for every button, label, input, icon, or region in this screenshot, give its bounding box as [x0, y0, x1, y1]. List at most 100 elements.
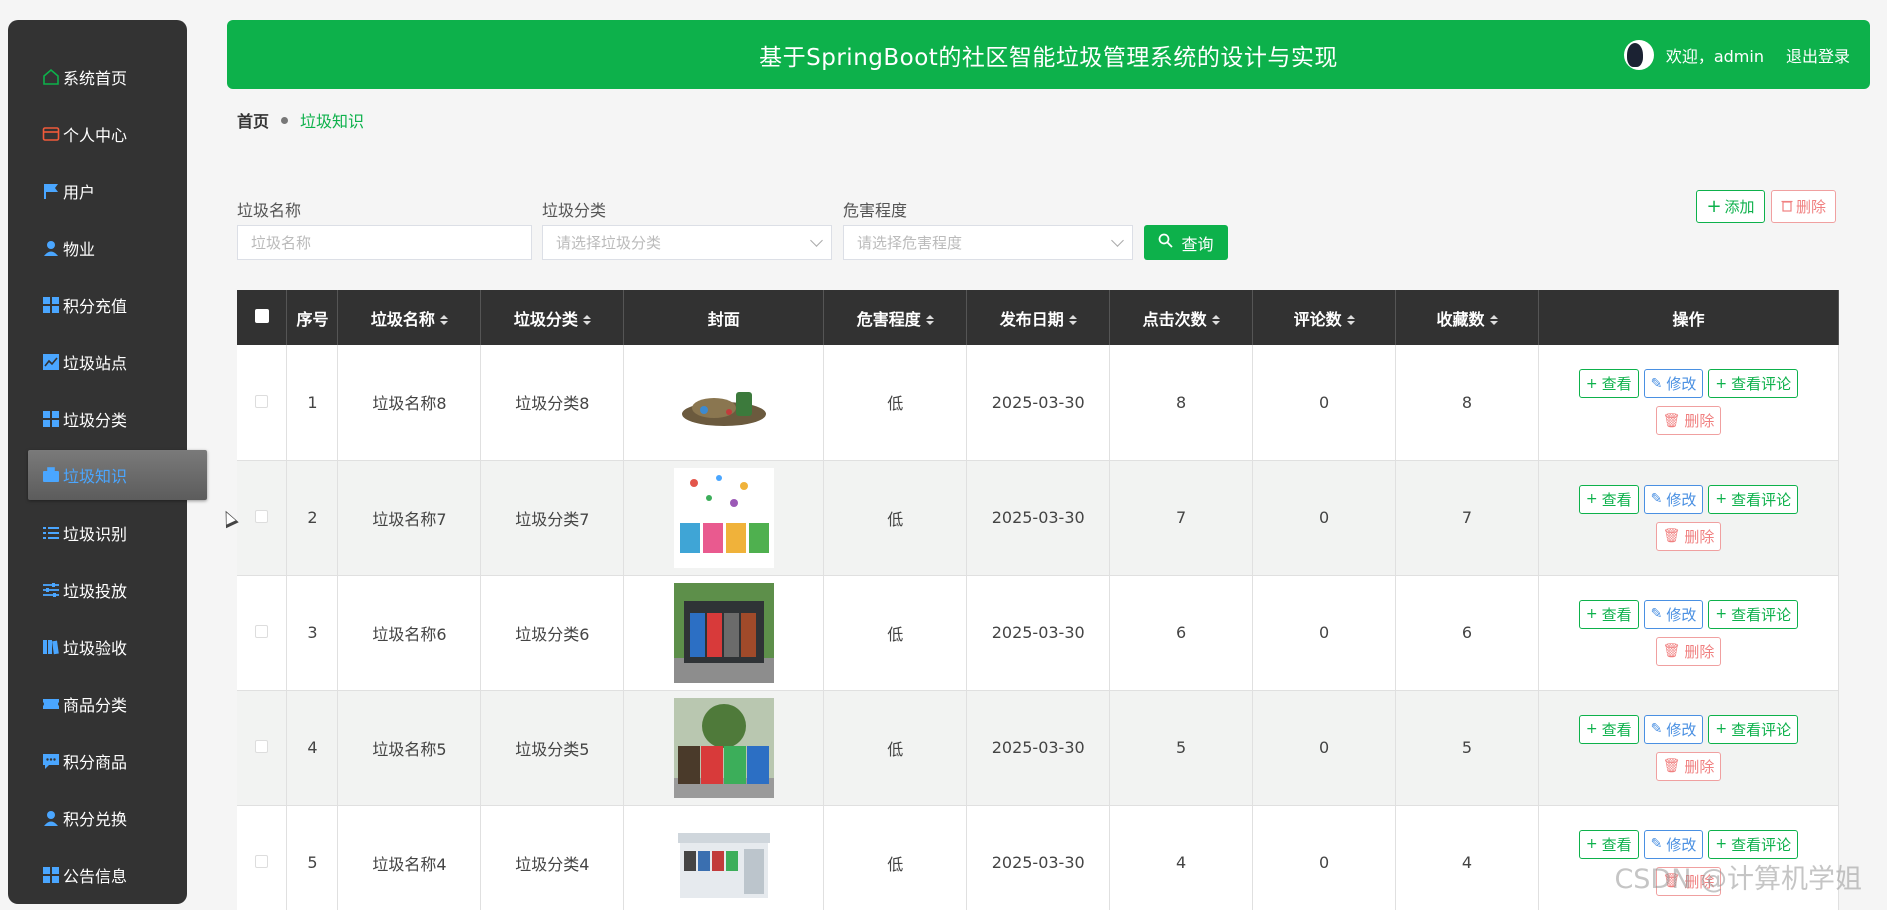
welcome-text: 欢迎，admin — [1665, 46, 1764, 66]
header-cell: 序号 — [286, 290, 339, 345]
grid-icon — [41, 409, 61, 429]
sidebar-item-categories[interactable]: 垃圾分类 — [8, 390, 187, 447]
view-button[interactable]: + 查看 — [1578, 369, 1639, 399]
row-checkbox[interactable] — [255, 855, 269, 868]
breadcrumb-separator — [281, 116, 289, 124]
view-comments-button[interactable]: + 查看评论 — [1708, 484, 1799, 514]
name-placeholder: 垃圾名称 — [251, 234, 312, 252]
plus-icon: + — [1715, 721, 1728, 737]
header-cell: 封面 — [623, 290, 825, 345]
sidebar-item-property[interactable]: 物业 — [8, 219, 187, 276]
edit-button[interactable]: ✎ 修改 — [1643, 829, 1704, 859]
row-category: 垃圾分类8 — [480, 345, 625, 461]
sidebar-item-users[interactable]: 用户 — [8, 162, 187, 219]
chevron-down-icon — [1111, 234, 1124, 247]
briefcase-icon — [41, 465, 61, 485]
sort-icon[interactable] — [926, 315, 934, 325]
plus-icon: + — [1715, 606, 1728, 622]
breadcrumb-home[interactable]: 首页 — [237, 108, 269, 132]
cover-cell — [623, 690, 825, 806]
edit-icon: ✎ — [1650, 836, 1663, 852]
delete-row-button[interactable]: 🗑 删除 — [1655, 406, 1722, 436]
sidebar-item-points-exchange[interactable]: 积分兑换 — [8, 789, 187, 846]
sidebar-item-home[interactable]: 系统首页 — [8, 48, 187, 105]
sidebar-item-points-recharge[interactable]: 积分充值 — [8, 276, 187, 333]
sort-icon[interactable] — [1069, 315, 1077, 325]
row-checkbox[interactable] — [255, 625, 269, 638]
sort-icon[interactable] — [440, 315, 448, 325]
breadcrumb-current: 垃圾知识 — [300, 112, 365, 131]
cover-image[interactable] — [673, 697, 774, 798]
avatar — [1623, 39, 1654, 70]
breadcrumb: 首页 垃圾知识 — [237, 108, 364, 132]
header-cell[interactable]: 危害程度 — [823, 290, 968, 345]
sort-icon[interactable] — [583, 315, 591, 325]
row-actions: + 查看 ✎ 修改 + 查看评论 🗑 删除 — [1538, 460, 1840, 576]
sidebar-item-product-categories[interactable]: 商品分类 — [8, 675, 187, 732]
cover-image[interactable] — [673, 467, 774, 568]
hazard-select[interactable]: 请选择危害程度 — [843, 225, 1133, 260]
view-button[interactable]: + 查看 — [1578, 714, 1639, 744]
plus-icon: + — [1585, 836, 1598, 852]
add-button[interactable]: + 添加 — [1696, 190, 1765, 223]
row-hazard: 低 — [823, 460, 968, 576]
row-checkbox[interactable] — [255, 740, 269, 753]
cover-image[interactable] — [673, 582, 774, 683]
category-select[interactable]: 请选择垃圾分类 — [542, 225, 832, 260]
grid-icon — [41, 295, 61, 315]
edit-button[interactable]: ✎ 修改 — [1643, 484, 1704, 514]
table-row: 5 垃圾名称4 垃圾分类4 低 2025-03-30 4 0 4 + 查看 ✎ 修改… — [237, 805, 1840, 910]
sort-icon[interactable] — [1347, 315, 1355, 325]
view-comments-button[interactable]: + 查看评论 — [1708, 599, 1799, 629]
edit-button[interactable]: ✎ 修改 — [1643, 714, 1704, 744]
cover-image[interactable] — [673, 812, 774, 910]
view-comments-button[interactable]: + 查看评论 — [1708, 829, 1799, 859]
view-button[interactable]: + 查看 — [1578, 829, 1639, 859]
sidebar-item-label: 垃圾知识 — [63, 467, 128, 486]
cover-cell — [623, 575, 825, 691]
sidebar-item-announcements[interactable]: 公告信息 — [8, 846, 187, 903]
edit-button[interactable]: ✎ 修改 — [1643, 369, 1704, 399]
edit-icon: ✎ — [1650, 375, 1663, 392]
row-checkbox[interactable] — [255, 394, 269, 408]
logout-button[interactable]: 退出登录 — [1786, 43, 1850, 67]
sort-icon[interactable] — [1212, 315, 1220, 325]
delete-row-button[interactable]: 🗑 删除 — [1655, 751, 1722, 781]
category-label: 垃圾分类 — [542, 201, 607, 220]
view-comments-button[interactable]: + 查看评论 — [1708, 369, 1799, 399]
sidebar-item-label: 积分充值 — [63, 296, 128, 316]
header-cell[interactable]: 收藏数 — [1395, 290, 1539, 345]
wallet-icon — [41, 124, 61, 144]
row-category: 垃圾分类6 — [480, 575, 625, 691]
sidebar-item-stations[interactable]: 垃圾站点 — [8, 333, 187, 390]
cover-image[interactable] — [674, 352, 774, 452]
sidebar-item-recognition[interactable]: 垃圾识别 — [8, 504, 187, 561]
row-checkbox[interactable] — [255, 510, 269, 523]
header-cell[interactable]: 垃圾分类 — [480, 290, 625, 345]
edit-button[interactable]: ✎ 修改 — [1643, 599, 1704, 629]
sidebar-item-disposal[interactable]: 垃圾投放 — [8, 561, 187, 618]
delete-button[interactable]: 删除 — [1771, 190, 1836, 223]
search-button[interactable]: 查询 — [1144, 225, 1228, 260]
sidebar-item-knowledge[interactable]: 垃圾知识 — [28, 450, 207, 500]
sidebar-item-profile[interactable]: 个人中心 — [8, 105, 187, 162]
view-comments-button[interactable]: + 查看评论 — [1708, 714, 1799, 744]
name-input[interactable]: 垃圾名称 — [237, 225, 532, 260]
header-cell[interactable]: 垃圾名称 — [337, 290, 482, 345]
sidebar-item-acceptance[interactable]: 垃圾验收 — [8, 618, 187, 675]
header-cell[interactable]: 评论数 — [1252, 290, 1397, 345]
select-all-checkbox[interactable] — [254, 309, 269, 323]
view-button[interactable]: + 查看 — [1578, 484, 1639, 514]
sidebar-item-points-products[interactable]: 积分商品 — [8, 732, 187, 789]
view-button[interactable]: + 查看 — [1578, 599, 1639, 629]
header-select-all[interactable] — [237, 290, 288, 345]
plus-icon: + — [1715, 836, 1728, 852]
header-cell[interactable]: 发布日期 — [966, 290, 1111, 345]
sort-icon[interactable] — [1490, 315, 1498, 325]
delete-row-button[interactable]: 🗑 删除 — [1655, 636, 1722, 666]
delete-row-button[interactable]: 🗑 删除 — [1655, 521, 1722, 551]
sidebar-item-label: 垃圾投放 — [63, 581, 128, 601]
sidebar-item-label: 垃圾站点 — [63, 353, 128, 373]
row-actions: + 查看 ✎ 修改 + 查看评论 🗑 删除 — [1538, 345, 1840, 461]
header-cell[interactable]: 点击次数 — [1109, 290, 1254, 345]
